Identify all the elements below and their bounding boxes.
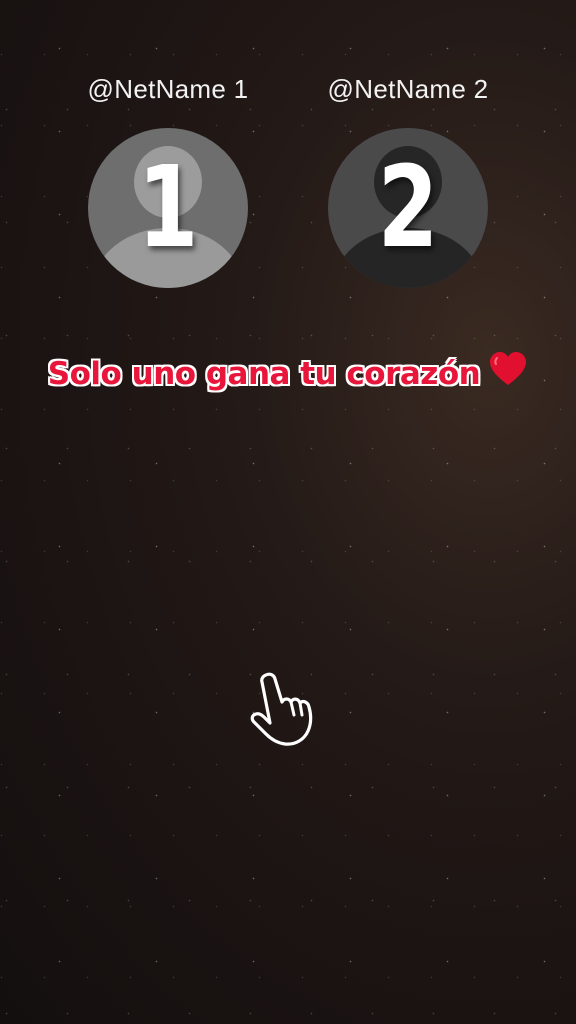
username-label-2: @NetName 2 bbox=[327, 74, 489, 104]
headline-caption: Solo uno gana tu corazón bbox=[0, 351, 576, 395]
avatar-2[interactable]: 2 bbox=[328, 128, 488, 288]
profile-option-2[interactable]: @NetName 2 2 bbox=[318, 72, 498, 288]
username-label-1: @NetName 1 bbox=[87, 74, 249, 104]
avatar-number-2: 2 bbox=[377, 143, 439, 273]
tap-hand-icon bbox=[250, 670, 330, 750]
profile-option-1[interactable]: @NetName 1 1 bbox=[78, 72, 258, 288]
red-heart-icon bbox=[488, 351, 528, 395]
headline-text: Solo uno gana tu corazón bbox=[47, 356, 481, 392]
avatar-number-1: 1 bbox=[137, 143, 199, 273]
avatar-1[interactable]: 1 bbox=[88, 128, 248, 288]
